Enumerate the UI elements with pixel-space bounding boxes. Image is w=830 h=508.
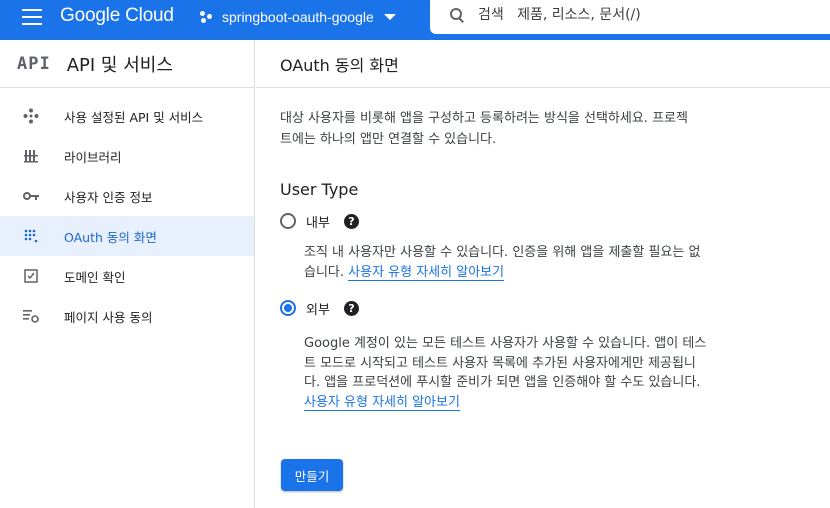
sidebar-item-label: OAuth 동의 화면: [64, 229, 157, 245]
search-bar[interactable]: [430, 0, 830, 34]
sidebar-item-page-usage-agreements[interactable]: 페이지 사용 동의: [0, 296, 254, 336]
external-desc-line: Google 계정이 있는 모든 테스트 사용자가 사용할 수 있습니다. 앱이…: [304, 336, 707, 351]
page-description: 대상 사용자를 비롯해 앱을 구성하고 등록하려는 방식을 선택하세요. 프로젝…: [280, 108, 800, 150]
external-desc-line: 다. 앱을 프로덕션에 푸시할 준비가 되면 앱을 인증해야 할 수도 있습니다…: [304, 375, 701, 390]
project-name: springboot-oauth-google: [222, 9, 374, 25]
sidebar-item-label: 도메인 확인: [64, 269, 126, 285]
internal-description: 조직 내 사용자만 사용할 수 있습니다. 인증을 위해 앱을 제출할 필요는 …: [304, 243, 800, 282]
sidebar-item-oauth-consent[interactable]: OAuth 동의 화면: [0, 216, 254, 256]
help-icon[interactable]: ?: [343, 213, 359, 229]
search-input[interactable]: [478, 7, 778, 23]
page-title: OAuth 동의 화면: [256, 40, 830, 88]
sidebar-title: API 및 서비스: [66, 54, 173, 76]
sidebar: API API 및 서비스 사용 설정된 API 및 서비스 라이브러리 사용자…: [0, 40, 255, 508]
external-desc-line: 트 모드로 시작되고 테스트 사용자 목록에 추가된 사용자에게만 제공됩니: [304, 355, 696, 371]
key-icon: [22, 187, 40, 205]
top-bar: Google Cloud springboot-oauth-google: [0, 0, 830, 40]
internal-desc-line: 습니다. 사용자 유형 자세히 알아보기: [304, 263, 800, 283]
external-radio[interactable]: [280, 300, 296, 316]
internal-desc-text: 습니다.: [304, 264, 349, 280]
project-icon: [200, 10, 214, 24]
external-desc-line: 사용자 유형 자세히 알아보기: [304, 393, 800, 413]
sidebar-item-label: 사용 설정된 API 및 서비스: [64, 109, 204, 125]
learn-more-link[interactable]: 사용자 유형 자세히 알아보기: [348, 264, 505, 281]
user-type-heading: User Type: [280, 180, 359, 199]
external-label[interactable]: 외부: [306, 299, 330, 318]
project-selector[interactable]: springboot-oauth-google: [200, 6, 396, 28]
internal-label[interactable]: 내부: [306, 212, 330, 231]
search-icon: [450, 8, 464, 22]
learn-more-link[interactable]: 사용자 유형 자세히 알아보기: [304, 394, 460, 411]
library-icon: [22, 147, 40, 165]
api-services-icon: [22, 107, 40, 125]
internal-desc-line: 조직 내 사용자만 사용할 수 있습니다. 인증을 위해 앱을 제출할 필요는 …: [304, 245, 701, 260]
sidebar-item-library[interactable]: 라이브러리: [0, 136, 254, 176]
sidebar-nav: 사용 설정된 API 및 서비스 라이브러리 사용자 인증 정보 OAuth 동…: [0, 88, 254, 336]
oauth-icon: [22, 227, 40, 245]
menu-icon[interactable]: [22, 9, 42, 25]
chevron-down-icon: [383, 14, 396, 20]
sidebar-header: API API 및 서비스: [0, 40, 254, 88]
sidebar-item-credentials[interactable]: 사용자 인증 정보: [0, 176, 254, 216]
description-line: 트에는 하나의 앱만 연결할 수 있습니다.: [280, 132, 497, 147]
sidebar-item-label: 사용자 인증 정보: [64, 189, 153, 205]
sidebar-item-domain-verification[interactable]: 도메인 확인: [0, 256, 254, 296]
internal-radio[interactable]: [280, 213, 296, 229]
main-content: 대상 사용자를 비롯해 앱을 구성하고 등록하려는 방식을 선택하세요. 프로젝…: [280, 108, 800, 412]
user-type-internal-option: 내부 ?: [280, 209, 800, 233]
api-logo-icon: API: [17, 53, 51, 74]
external-description: Google 계정이 있는 모든 테스트 사용자가 사용할 수 있습니다. 앱이…: [304, 334, 800, 412]
help-icon[interactable]: ?: [343, 300, 359, 316]
domain-check-icon: [22, 267, 40, 285]
settings-list-icon: [22, 307, 40, 325]
description-line: 대상 사용자를 비롯해 앱을 구성하고 등록하려는 방식을 선택하세요. 프로젝: [280, 111, 688, 126]
sidebar-item-enabled-apis[interactable]: 사용 설정된 API 및 서비스: [0, 96, 254, 136]
google-cloud-logo[interactable]: Google Cloud: [60, 4, 174, 28]
sidebar-item-label: 페이지 사용 동의: [64, 309, 153, 325]
sidebar-item-label: 라이브러리: [64, 149, 122, 165]
create-button[interactable]: 만들기: [281, 459, 343, 491]
user-type-external-option: 외부 ?: [280, 296, 800, 320]
